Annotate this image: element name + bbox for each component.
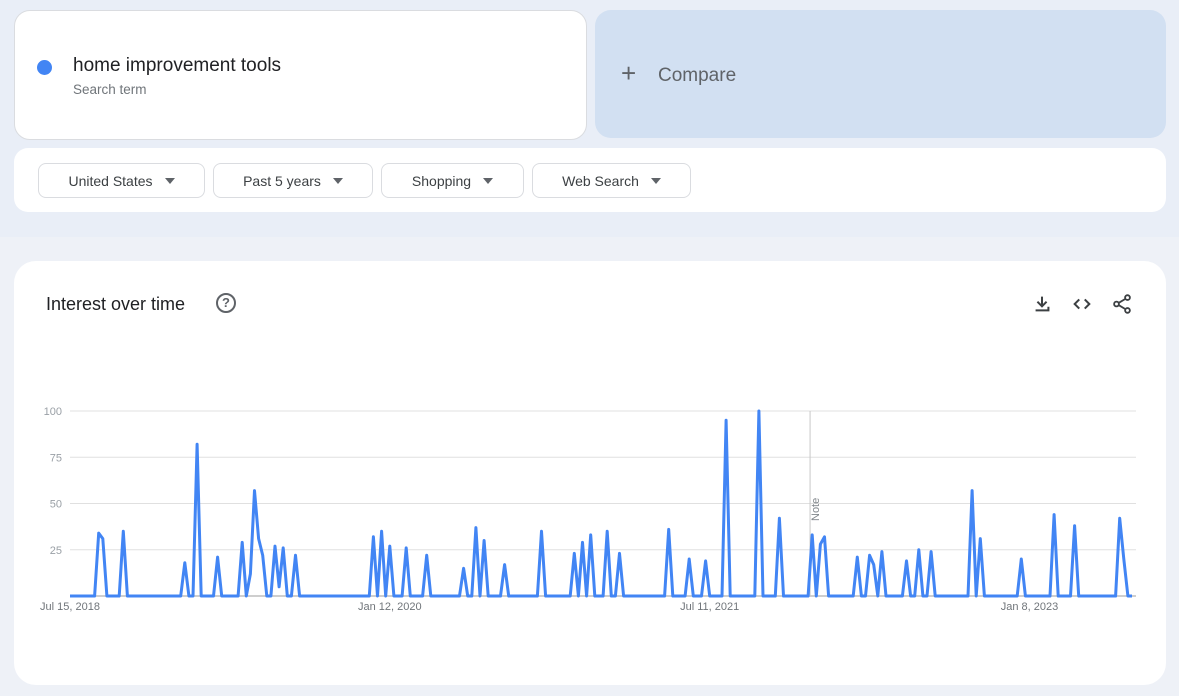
x-tick-label: Jul 11, 2021 — [680, 601, 739, 613]
filter-region[interactable]: United States — [38, 163, 205, 198]
filter-time-label: Past 5 years — [243, 172, 321, 189]
caret-down-icon — [332, 177, 343, 184]
filter-time-range[interactable]: Past 5 years — [213, 163, 373, 198]
search-term-title[interactable]: home improvement tools — [73, 55, 281, 77]
filter-category-label: Shopping — [411, 172, 472, 189]
x-tick-label: Jan 12, 2020 — [358, 601, 422, 613]
x-tick-label: Jan 8, 2023 — [1001, 601, 1059, 613]
series-color-dot — [37, 60, 52, 75]
y-tick-label: 25 — [50, 545, 62, 557]
y-tick-label: 50 — [50, 499, 62, 511]
line-chart: 100 75 50 25 Jul 15, 2018 Jan 12, 2020 Jul 11… — [40, 406, 1136, 613]
caret-down-icon — [483, 177, 494, 184]
note-label[interactable]: Note — [810, 498, 822, 521]
compare-label: Compare — [658, 65, 737, 86]
caret-down-icon — [164, 177, 175, 184]
search-term-subtitle: Search term — [73, 82, 147, 97]
filter-search-type[interactable]: Web Search — [532, 163, 691, 198]
filter-search-type-label: Web Search — [562, 172, 639, 189]
plus-icon: + — [621, 58, 637, 88]
filter-category[interactable]: Shopping — [381, 163, 524, 198]
y-tick-label: 75 — [50, 452, 62, 464]
compare-button[interactable]: + Compare — [595, 10, 1166, 138]
caret-down-icon — [650, 177, 661, 184]
filter-region-label: United States — [68, 172, 153, 189]
x-tick-label: Jul 15, 2018 — [40, 601, 100, 613]
filter-bar: United States Past 5 years Shopping Web … — [14, 148, 1166, 212]
search-term-card[interactable]: home improvement tools Search term — [14, 10, 587, 140]
interest-over-time-panel: Interest over time ? 100 75 50 25 Jul 15, 2… — [14, 261, 1166, 685]
y-tick-label: 100 — [44, 406, 62, 418]
